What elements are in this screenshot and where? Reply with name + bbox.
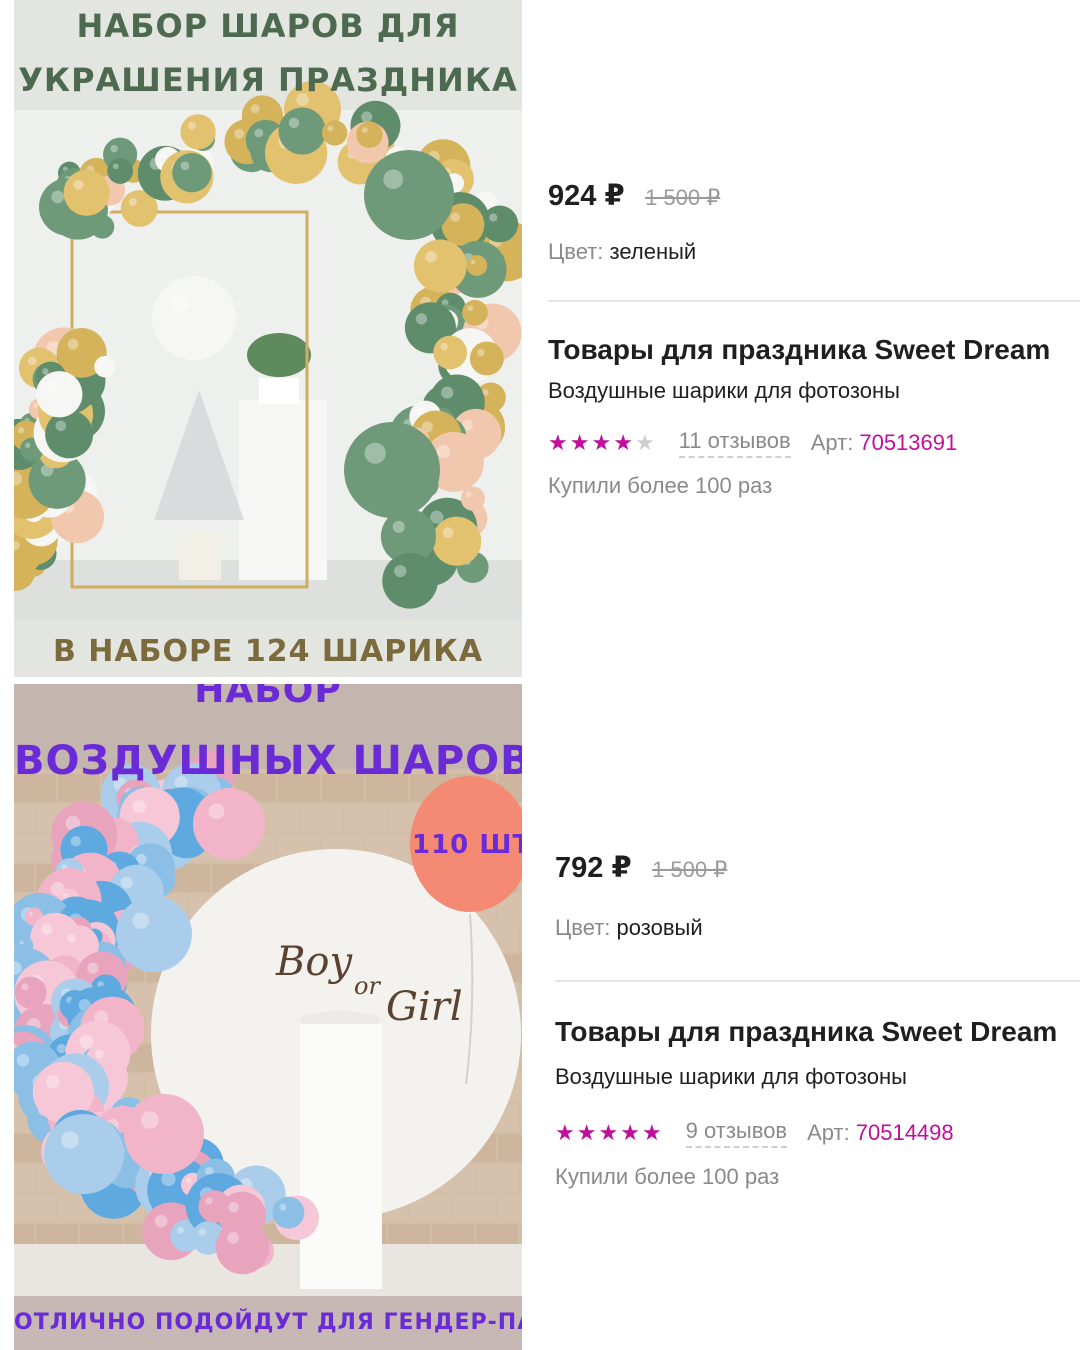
reviews-link[interactable]: 9 отзывов <box>685 1118 788 1148</box>
purchase-count: Купили более 100 раз <box>548 473 773 498</box>
product-title[interactable]: Товары для праздника Sweet Dream <box>548 334 1050 366</box>
image-title-line2: ВОЗДУШНЫХ ШАРОВ <box>14 738 522 784</box>
star-icon: ★ <box>555 1120 577 1145</box>
article-number: 70513691 <box>859 430 958 455</box>
price: 924 ₽ <box>548 180 625 212</box>
star-icon: ★ <box>548 430 570 455</box>
sign-text-or: or <box>354 972 380 1000</box>
star-icon: ★ <box>598 1120 621 1145</box>
rating-row: ★★★★★ 11 отзывов Арт: 70513691 <box>548 428 957 458</box>
article-number: 70514498 <box>855 1120 954 1145</box>
star-icon: ★ <box>620 1120 642 1145</box>
star-icon: ★ <box>641 1120 664 1145</box>
star-icon: ★ <box>569 430 592 455</box>
color-row: Цвет: розовый <box>555 915 703 941</box>
star-icon: ★ <box>613 430 635 455</box>
image-bottom-text: ОТЛИЧНО ПОДОЙДУТ ДЛЯ ГЕНДЕР-ПАТИ <box>14 1310 522 1335</box>
rating-stars: ★★★★★ <box>555 1120 664 1146</box>
count-badge: 110 ШТ <box>412 830 522 860</box>
product-title[interactable]: Товары для праздника Sweet Dream <box>555 1016 1057 1048</box>
image-title-line1: НАБОР ШАРОВ ДЛЯ <box>76 7 460 45</box>
article-label: Арт: <box>810 430 854 455</box>
color-row: Цвет: зеленый <box>548 239 696 265</box>
product-card[interactable]: НАБОР ВОЗДУШНЫХ ШАРОВ 110 ШТ Boy or Girl… <box>0 680 1080 1350</box>
color-value: зеленый <box>609 239 697 264</box>
image-bottom-text: В НАБОРЕ 124 ШАРИКА <box>52 634 484 669</box>
color-label: Цвет: <box>548 239 604 264</box>
reviews-link[interactable]: 11 отзывов <box>678 428 791 458</box>
star-icon: ★ <box>576 1120 599 1145</box>
product-subtitle: Воздушные шарики для фотозоны <box>548 378 900 403</box>
image-title-line2: УКРАШЕНИЯ ПРАЗДНИКА <box>18 61 518 99</box>
product-image[interactable]: НАБОР ШАРОВ ДЛЯ УКРАШЕНИЯ ПРАЗДНИКА В НА… <box>14 0 522 677</box>
rating-stars: ★★★★★ <box>548 430 657 456</box>
color-label: Цвет: <box>555 915 611 940</box>
divider <box>548 300 1080 302</box>
price-row: 792 ₽ 1 500 ₽ <box>555 850 727 885</box>
rating-row: ★★★★★ 9 отзывов Арт: 70514498 <box>555 1118 954 1148</box>
product-image[interactable]: НАБОР ВОЗДУШНЫХ ШАРОВ 110 ШТ Boy or Girl… <box>14 684 522 1350</box>
old-price: 1 500 ₽ <box>645 185 721 210</box>
product-card[interactable]: НАБОР ШАРОВ ДЛЯ УКРАШЕНИЯ ПРАЗДНИКА В НА… <box>0 0 1080 680</box>
divider <box>555 980 1080 982</box>
image-title-line1: НАБОР <box>194 684 342 711</box>
color-value: розовый <box>616 915 703 940</box>
star-icon: ★ <box>634 430 657 455</box>
sign-text-girl: Girl <box>386 984 463 1030</box>
price: 792 ₽ <box>555 852 632 884</box>
old-price: 1 500 ₽ <box>652 857 728 882</box>
star-icon: ★ <box>591 430 614 455</box>
price-row: 924 ₽ 1 500 ₽ <box>548 178 720 213</box>
purchase-count: Купили более 100 раз <box>555 1164 780 1189</box>
product-subtitle: Воздушные шарики для фотозоны <box>555 1064 907 1089</box>
sign-text-boy: Boy <box>276 939 353 985</box>
article-label: Арт: <box>807 1120 850 1145</box>
